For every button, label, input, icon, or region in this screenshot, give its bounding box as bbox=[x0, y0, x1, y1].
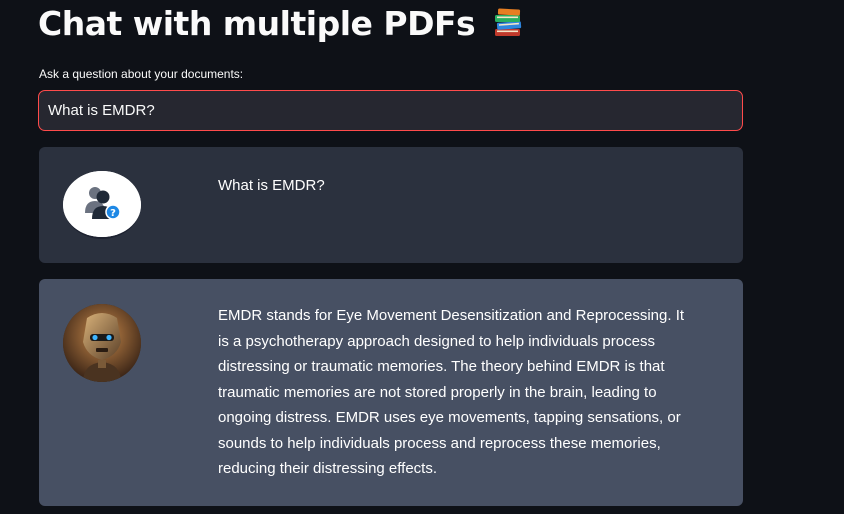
chat-message-user: ? What is EMDR? bbox=[39, 147, 743, 263]
user-question-avatar-icon: ? bbox=[63, 171, 141, 239]
svg-text:?: ? bbox=[110, 208, 116, 219]
books-icon bbox=[492, 7, 524, 39]
page-title: Chat with multiple PDFs bbox=[38, 4, 524, 43]
chat-message-text: What is EMDR? bbox=[218, 177, 325, 194]
page: Chat with multiple PDFs Ask a question a… bbox=[0, 0, 844, 514]
robot-avatar-icon bbox=[63, 304, 141, 382]
chat-message-bot: EMDR stands for Eye Movement Desensitiza… bbox=[39, 279, 743, 506]
question-input[interactable] bbox=[38, 90, 743, 131]
question-label: Ask a question about your documents: bbox=[39, 67, 244, 81]
page-title-text: Chat with multiple PDFs bbox=[38, 4, 476, 43]
chat-message-text: EMDR stands for Eye Movement Desensitiza… bbox=[218, 307, 685, 477]
